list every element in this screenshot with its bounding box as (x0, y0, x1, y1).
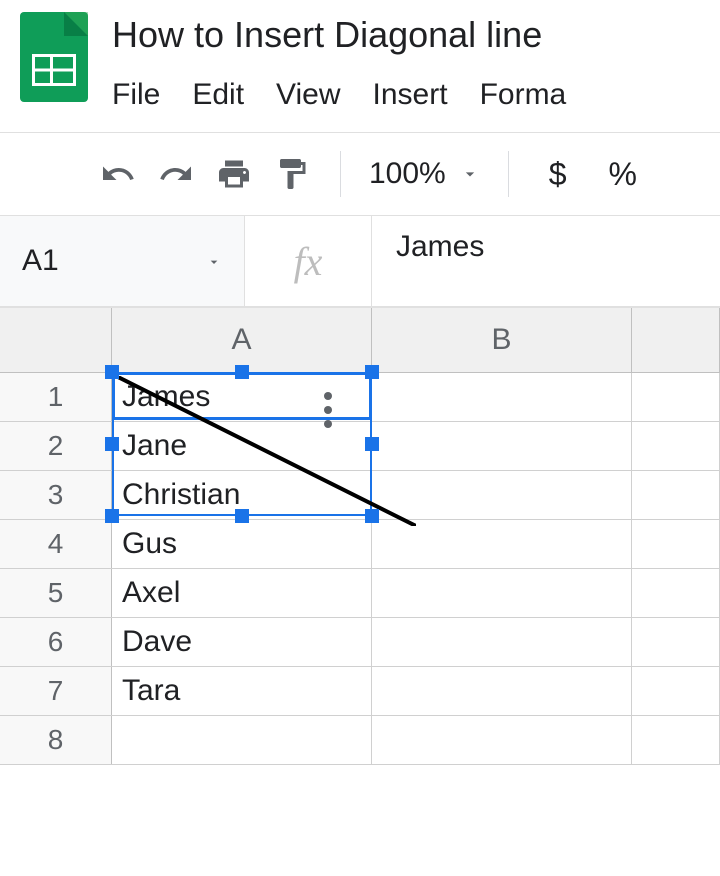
cell-reference-box[interactable]: A1 (0, 216, 244, 306)
resize-handle[interactable] (235, 365, 249, 379)
cell-a7[interactable]: Tara (112, 667, 372, 715)
paint-format-icon[interactable] (272, 154, 312, 194)
cell-c8[interactable] (632, 716, 720, 764)
cell-b6[interactable] (372, 618, 632, 666)
menu-file[interactable]: File (112, 78, 160, 112)
spreadsheet-grid: A B 1 James 2 Jane 3 Christian 4 Gus (0, 308, 720, 765)
cell-c6[interactable] (632, 618, 720, 666)
resize-handle[interactable] (365, 509, 379, 523)
row-header[interactable]: 5 (0, 569, 112, 617)
print-icon[interactable] (214, 154, 254, 194)
menu-insert[interactable]: Insert (373, 78, 448, 112)
zoom-value: 100% (369, 157, 446, 191)
cell-a4[interactable]: Gus (112, 520, 372, 568)
resize-handle[interactable] (105, 437, 119, 451)
dropdown-icon (460, 164, 480, 184)
menu-view[interactable]: View (276, 78, 340, 112)
cell-b7[interactable] (372, 667, 632, 715)
row-header[interactable]: 1 (0, 373, 112, 421)
resize-handle[interactable] (235, 509, 249, 523)
row-header[interactable]: 3 (0, 471, 112, 519)
drawing-object[interactable] (112, 372, 372, 516)
column-header-b[interactable]: B (372, 308, 632, 372)
resize-handle[interactable] (365, 437, 379, 451)
zoom-dropdown[interactable]: 100% (369, 157, 480, 191)
cell-c4[interactable] (632, 520, 720, 568)
menu-edit[interactable]: Edit (192, 78, 244, 112)
resize-handle[interactable] (365, 365, 379, 379)
cell-c1[interactable] (632, 373, 720, 421)
cell-c3[interactable] (632, 471, 720, 519)
formula-input[interactable]: James (372, 216, 720, 306)
formula-bar: A1 fx James (0, 216, 720, 308)
fx-label: fx (244, 216, 372, 306)
undo-icon[interactable] (98, 154, 138, 194)
row-header[interactable]: 8 (0, 716, 112, 764)
cell-c2[interactable] (632, 422, 720, 470)
cell-c7[interactable] (632, 667, 720, 715)
menu-bar: File Edit View Insert Forma (112, 78, 700, 112)
drawing-menu-icon[interactable] (324, 392, 332, 428)
percent-button[interactable]: % (597, 156, 649, 193)
resize-handle[interactable] (105, 509, 119, 523)
sheets-logo-icon[interactable] (20, 12, 88, 102)
cell-b8[interactable] (372, 716, 632, 764)
cell-a5[interactable]: Axel (112, 569, 372, 617)
diagonal-line-shape (116, 376, 416, 526)
resize-handle[interactable] (105, 365, 119, 379)
row-header[interactable]: 2 (0, 422, 112, 470)
select-all-corner[interactable] (0, 308, 112, 372)
dropdown-icon (206, 244, 222, 278)
cell-a6[interactable]: Dave (112, 618, 372, 666)
cell-b5[interactable] (372, 569, 632, 617)
currency-button[interactable]: $ (537, 156, 579, 193)
column-header-a[interactable]: A (112, 308, 372, 372)
row-header[interactable]: 4 (0, 520, 112, 568)
redo-icon[interactable] (156, 154, 196, 194)
document-title[interactable]: How to Insert Diagonal line (112, 12, 700, 56)
row-header[interactable]: 6 (0, 618, 112, 666)
toolbar: 100% $ % (0, 132, 720, 216)
cell-c5[interactable] (632, 569, 720, 617)
row-header[interactable]: 7 (0, 667, 112, 715)
column-header-c[interactable] (632, 308, 720, 372)
cell-b4[interactable] (372, 520, 632, 568)
cell-reference-value: A1 (22, 244, 59, 278)
menu-format[interactable]: Forma (480, 78, 567, 112)
cell-a8[interactable] (112, 716, 372, 764)
